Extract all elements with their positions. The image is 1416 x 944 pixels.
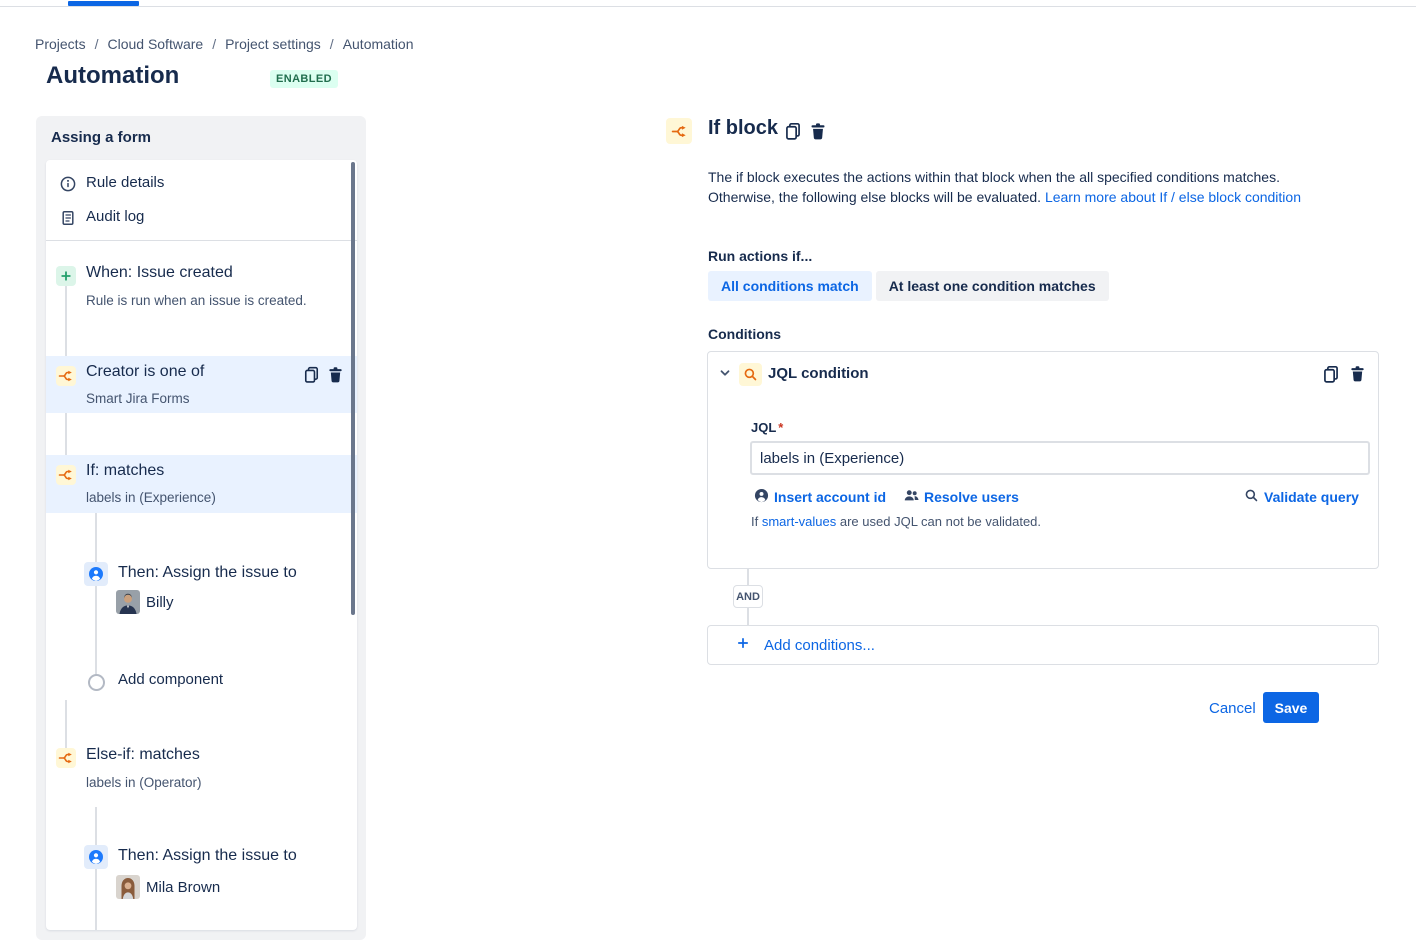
block-title: If block	[708, 117, 778, 140]
account-icon	[754, 488, 769, 506]
users-icon	[904, 488, 919, 506]
sidebar-item-audit-log[interactable]: Audit log	[46, 202, 357, 234]
breadcrumb-separator: /	[212, 36, 216, 52]
trash-icon[interactable]	[327, 366, 344, 383]
jql-label-text: JQL	[751, 420, 776, 435]
breadcrumb-automation[interactable]: Automation	[343, 36, 414, 52]
condition-title: JQL condition	[768, 365, 869, 382]
branch-icon	[56, 366, 76, 386]
top-tab-bar	[0, 0, 1416, 7]
page-title: Automation	[46, 62, 179, 90]
sidebar-divider	[46, 240, 357, 241]
block-description: The if block executes the actions within…	[708, 167, 1328, 207]
breadcrumb-separator: /	[330, 36, 334, 52]
tree-item-title: Then: Assign the issue to	[118, 847, 297, 865]
tree-item-subtitle: labels in (Experience)	[86, 490, 216, 505]
breadcrumb-cloud-software[interactable]: Cloud Software	[107, 36, 203, 52]
trash-icon[interactable]	[1349, 365, 1366, 382]
copy-icon[interactable]	[1322, 365, 1340, 383]
branch-icon	[56, 465, 76, 485]
active-tab-indicator[interactable]	[68, 1, 139, 6]
breadcrumb-project-settings[interactable]: Project settings	[225, 36, 321, 52]
search-icon	[1244, 488, 1259, 506]
automation-page: Projects / Cloud Software / Project sett…	[0, 0, 1416, 944]
run-actions-label: Run actions if...	[708, 248, 812, 264]
tree-item-subtitle: Rule is run when an issue is created.	[86, 293, 307, 308]
learn-more-link[interactable]: Learn more about If / else block conditi…	[1045, 189, 1301, 205]
jql-field-label: JQL*	[751, 420, 783, 435]
tree-item-title: Then: Assign the issue to	[118, 564, 297, 582]
add-conditions-label: Add conditions...	[764, 637, 875, 654]
conditions-label: Conditions	[708, 326, 781, 342]
match-mode-toggle: All conditions match At least one condit…	[708, 271, 1109, 301]
assignee-name: Mila Brown	[146, 879, 220, 896]
sidebar-item-rule-details[interactable]: Rule details	[46, 168, 357, 200]
search-icon	[739, 363, 762, 386]
audit-log-icon	[60, 210, 76, 231]
tree-item-title: Else-if: matches	[86, 746, 200, 764]
required-marker: *	[778, 420, 783, 435]
save-button[interactable]: Save	[1263, 692, 1319, 723]
smart-values-link[interactable]: smart-values	[762, 514, 836, 529]
assignee-name: Billy	[146, 594, 174, 611]
copy-icon[interactable]	[303, 366, 320, 383]
jql-input[interactable]	[750, 441, 1370, 475]
tree-item-title: When: Issue created	[86, 264, 233, 282]
branch-icon	[56, 748, 76, 768]
insert-account-id-label: Insert account id	[774, 489, 886, 505]
note-suffix: are used JQL can not be validated.	[836, 514, 1041, 529]
rule-name-heading: Assing a form	[51, 129, 151, 146]
insert-account-id-link[interactable]: Insert account id	[754, 488, 886, 506]
copy-icon[interactable]	[784, 122, 802, 140]
breadcrumb-separator: /	[95, 36, 99, 52]
breadcrumb-projects[interactable]: Projects	[35, 36, 86, 52]
note-prefix: If	[751, 514, 762, 529]
and-connector-line	[747, 608, 749, 625]
status-badge: ENABLED	[270, 70, 338, 88]
tree-item-subtitle: labels in (Operator)	[86, 775, 202, 790]
trash-icon[interactable]	[809, 122, 827, 140]
add-conditions-button[interactable]: Add conditions...	[707, 625, 1379, 665]
tree-connector	[95, 513, 97, 679]
branch-icon	[666, 118, 692, 144]
smart-values-note: If smart-values are used JQL can not be …	[751, 514, 1041, 529]
tree-item-title: If: matches	[86, 462, 164, 480]
any-condition-matches-button[interactable]: At least one condition matches	[876, 271, 1109, 301]
add-component-label: Add component	[118, 671, 223, 688]
person-circle-icon	[84, 562, 108, 586]
sidebar-scrollbar[interactable]	[351, 162, 355, 615]
rule-components-card: Rule details Audit log When: Issue creat…	[46, 160, 357, 930]
all-conditions-match-button[interactable]: All conditions match	[708, 271, 872, 301]
tree-item-subtitle: Smart Jira Forms	[86, 391, 190, 406]
chevron-down-icon[interactable]	[719, 367, 731, 379]
breadcrumb: Projects / Cloud Software / Project sett…	[35, 36, 414, 52]
tree-item-title: Creator is one of	[86, 363, 204, 381]
tree-item-if-condition[interactable]: If: matches labels in (Experience)	[46, 455, 357, 513]
resolve-users-link[interactable]: Resolve users	[904, 488, 1019, 506]
cancel-button[interactable]: Cancel	[1203, 699, 1262, 718]
person-circle-icon	[84, 845, 108, 869]
avatar	[116, 875, 140, 899]
sidebar-item-label: Audit log	[86, 208, 144, 225]
tree-item-creator-condition[interactable]: Creator is one of Smart Jira Forms	[46, 356, 357, 413]
and-connector-chip: AND	[733, 585, 763, 608]
jql-condition-card: JQL condition JQL* Insert account id Res…	[707, 351, 1379, 569]
and-connector-line	[747, 569, 749, 585]
resolve-users-label: Resolve users	[924, 489, 1019, 505]
add-component-circle-icon[interactable]	[88, 674, 105, 691]
plus-icon	[56, 266, 76, 286]
validate-query-label: Validate query	[1264, 489, 1359, 505]
plus-icon	[736, 636, 750, 655]
avatar	[116, 590, 140, 614]
rule-sidebar: Assing a form Rule details Audit log	[36, 116, 366, 940]
sidebar-item-label: Rule details	[86, 174, 164, 191]
info-icon	[60, 176, 76, 197]
validate-query-link[interactable]: Validate query	[1244, 488, 1359, 506]
